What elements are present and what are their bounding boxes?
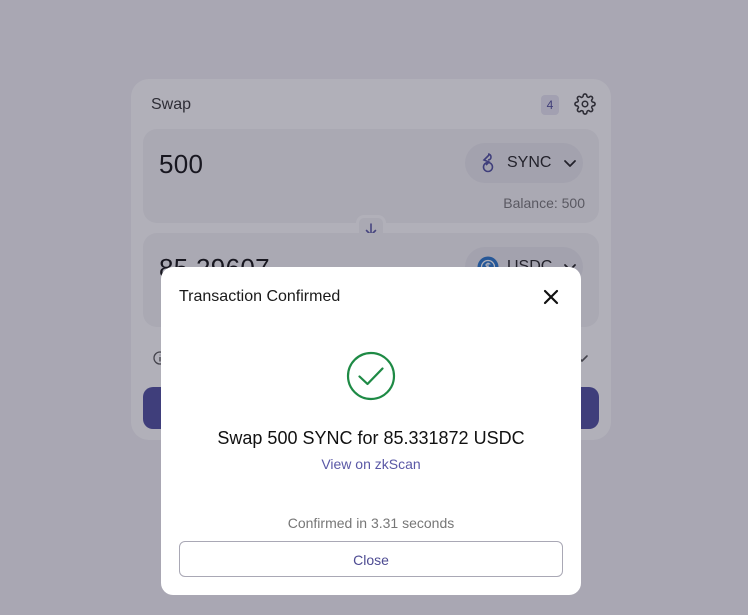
close-icon[interactable] [542, 288, 560, 306]
confirmation-time: Confirmed in 3.31 seconds [287, 515, 455, 531]
dialog-title: Transaction Confirmed [179, 288, 341, 305]
check-circle-icon [346, 351, 396, 401]
transaction-confirmed-dialog: Transaction Confirmed Swap 500 SYNC for … [161, 267, 581, 595]
view-on-zkscan-link[interactable]: View on zkScan [161, 456, 581, 472]
close-button[interactable]: Close [179, 541, 563, 577]
swap-summary: Swap 500 SYNC for 85.331872 USDC [217, 428, 525, 448]
